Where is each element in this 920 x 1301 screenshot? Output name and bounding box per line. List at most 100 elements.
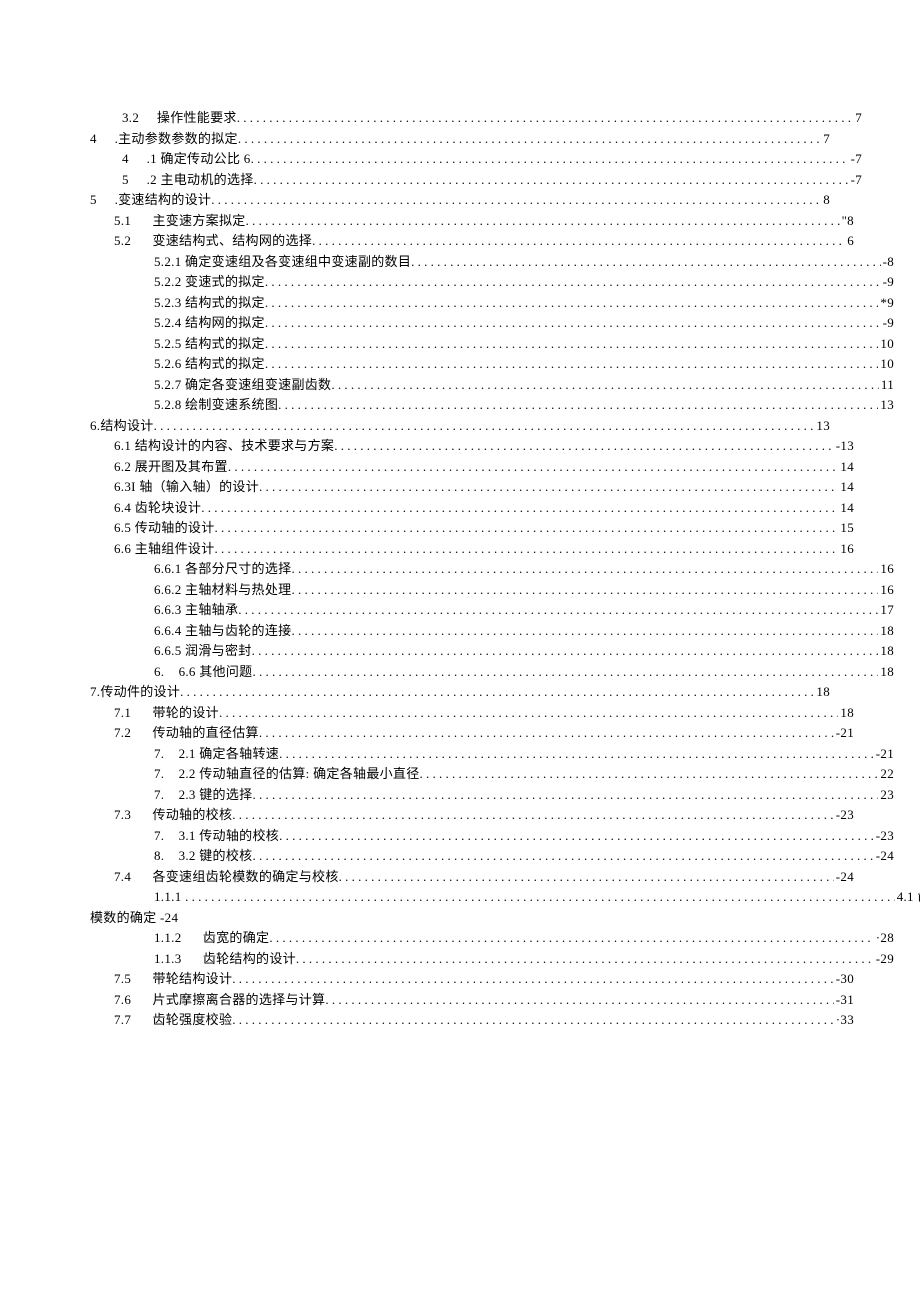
toc-entry: 6.4 齿轮块设计 14 [90, 498, 854, 519]
toc-label: 5.2.3 结构式的拟定 [154, 293, 265, 314]
toc-leader-dots [296, 949, 874, 969]
toc-entry: 6.3I 轴（输入轴）的设计 14 [90, 477, 854, 498]
toc-leader-dots [265, 272, 881, 292]
toc-leader-dots [265, 334, 879, 354]
toc-label: 5.2.4 结构网的拟定 [154, 313, 265, 334]
toc-entry: 7.7 齿轮强度校验 ·33 [90, 1010, 854, 1031]
toc-prefix: 7.6 [114, 990, 152, 1011]
toc-prefix: 7.3 [114, 805, 152, 826]
toc-entry: 4 .1 确定传动公比 6 -7 [90, 149, 862, 170]
toc-page-number: -30 [834, 969, 854, 990]
toc-label: 2.3 键的选择 [179, 785, 253, 806]
toc-entry: 6.6 主轴组件设计16 [90, 539, 854, 560]
toc-page-number: 18 [878, 662, 894, 683]
toc-page-number: 22 [878, 764, 894, 785]
toc-prefix: 5 [90, 190, 115, 211]
toc-label: 齿轮强度校验 [152, 1010, 232, 1031]
toc-label: 5.2.7 确定各变速组变速副齿数 [154, 375, 331, 396]
toc-page-number: -7 [849, 170, 862, 191]
toc-entry: 7. 2.3 键的选择 23 [90, 785, 894, 806]
toc-entry: 8. 3.2 键的校核-24 [90, 846, 894, 867]
toc-leader-dots [325, 990, 833, 1010]
toc-label: 6.6 其他问题 [179, 662, 253, 683]
toc-page-number: -31 [834, 990, 854, 1011]
toc-leader-dots [252, 785, 878, 805]
toc-label: 6.6.1 各部分尺寸的选择 [154, 559, 291, 580]
toc-page-number: -13 [834, 436, 854, 457]
toc-entry: 6.6.1 各部分尺寸的选择16 [90, 559, 894, 580]
toc-page-number: -21 [834, 723, 854, 744]
toc-page-number: -9 [881, 313, 894, 334]
toc-prefix: 3.2 [122, 108, 157, 129]
toc-page-number: 7 [853, 108, 862, 129]
toc-entry: 7.2 传动轴的直径估算 -21 [90, 723, 854, 744]
toc-page-number: 16 [838, 539, 854, 560]
toc-prefix: 1.1.1 [154, 887, 185, 908]
toc-prefix: 7.2 [114, 723, 152, 744]
toc-leader-dots [259, 723, 834, 743]
toc-prefix: 4 [90, 129, 115, 150]
toc-entry: 5.2 变速结构式、结构网的选择 6 [90, 231, 854, 252]
toc-page-number: 18 [878, 621, 894, 642]
toc-label: 3.1 传动轴的校核 [179, 826, 280, 847]
toc-prefix: 4 [122, 149, 147, 170]
toc-label: 主变速方案拟定 [152, 211, 245, 232]
toc-prefix: 6. [154, 662, 179, 683]
toc-entry: 7.5 带轮结构设计-30 [90, 969, 854, 990]
toc-leader-dots [334, 436, 834, 456]
toc-prefix: 8. [154, 846, 179, 867]
toc-leader-dots [154, 416, 815, 436]
toc-label: 6.5 传动轴的设计 [114, 518, 215, 539]
toc-leader-dots [219, 703, 838, 723]
toc-page-number: -8 [881, 252, 894, 273]
toc-leader-dots [215, 539, 839, 559]
toc-page-number: -21 [874, 744, 894, 765]
toc-page-number: 8 [821, 190, 830, 211]
toc-leader-dots [201, 498, 838, 518]
toc-entry: 5.2.2 变速式的拟定 -9 [90, 272, 894, 293]
toc-page-number: 18 [838, 703, 854, 724]
toc-leader-dots [420, 764, 879, 784]
toc-label: .变速结构的设计 [115, 190, 212, 211]
toc-entry: 7.传动件的设计 18 [90, 682, 830, 703]
toc-label: 操作性能要求 [157, 108, 237, 129]
toc-label: .2 主电动机的选择 [147, 170, 254, 191]
toc-label: 6.结构设计 [90, 416, 154, 437]
toc-label: 6.2 展开图及其布置 [114, 457, 228, 478]
toc-prefix: 1.1.3 [154, 949, 203, 970]
toc-prefix: 7.4 [114, 867, 152, 888]
toc-page-number: -29 [874, 949, 894, 970]
toc-page-number: 16 [878, 580, 894, 601]
toc-entry: 5.2.7 确定各变速组变速副齿数11 [90, 375, 894, 396]
toc-leader-dots [232, 1010, 834, 1030]
toc-label: 各变速组齿轮模数的确定与校核 [152, 867, 338, 888]
toc-leader-dots [237, 108, 853, 128]
toc-entry: 7. 3.1 传动轴的校核 -23 [90, 826, 894, 847]
toc-page-number: 15 [838, 518, 854, 539]
toc-entry: 6.6.5 润滑与密封18 [90, 641, 894, 662]
toc-page-number: 7 [821, 129, 830, 150]
toc-label: 带轮结构设计 [152, 969, 232, 990]
toc-page-number: *9 [878, 293, 894, 314]
toc-leader-dots [265, 313, 881, 333]
toc-label: 6.1 结构设计的内容、技术要求与方案 [114, 436, 334, 457]
toc-page-number: 17 [878, 600, 894, 621]
toc-leader-dots [252, 662, 878, 682]
toc-page-number: 13 [878, 395, 894, 416]
toc-page-number: -24 [834, 867, 854, 888]
toc-leader-dots [339, 867, 834, 887]
toc-page-number: 13 [814, 416, 830, 437]
toc-leader-dots [331, 375, 879, 395]
toc-label: 6.6.2 主轴材料与热处理 [154, 580, 291, 601]
toc-entry: 6.结构设计 13 [90, 416, 830, 437]
toc-leader-dots [259, 477, 838, 497]
toc-label: 传动轴的直径估算 [152, 723, 258, 744]
toc-leader-dots [232, 805, 834, 825]
toc-entry: 5.2.3 结构式的拟定 *9 [90, 293, 894, 314]
toc-entry: 模数的确定 -24 [90, 908, 830, 929]
toc-label: 6.6.4 主轴与齿轮的连接 [154, 621, 291, 642]
toc-leader-dots [251, 149, 849, 169]
toc-entry: 6.1 结构设计的内容、技术要求与方案 -13 [90, 436, 854, 457]
toc-entry: 6.6.4 主轴与齿轮的连接 18 [90, 621, 894, 642]
toc-entry: 7.6 片式摩擦离合器的选择与计算-31 [90, 990, 854, 1011]
